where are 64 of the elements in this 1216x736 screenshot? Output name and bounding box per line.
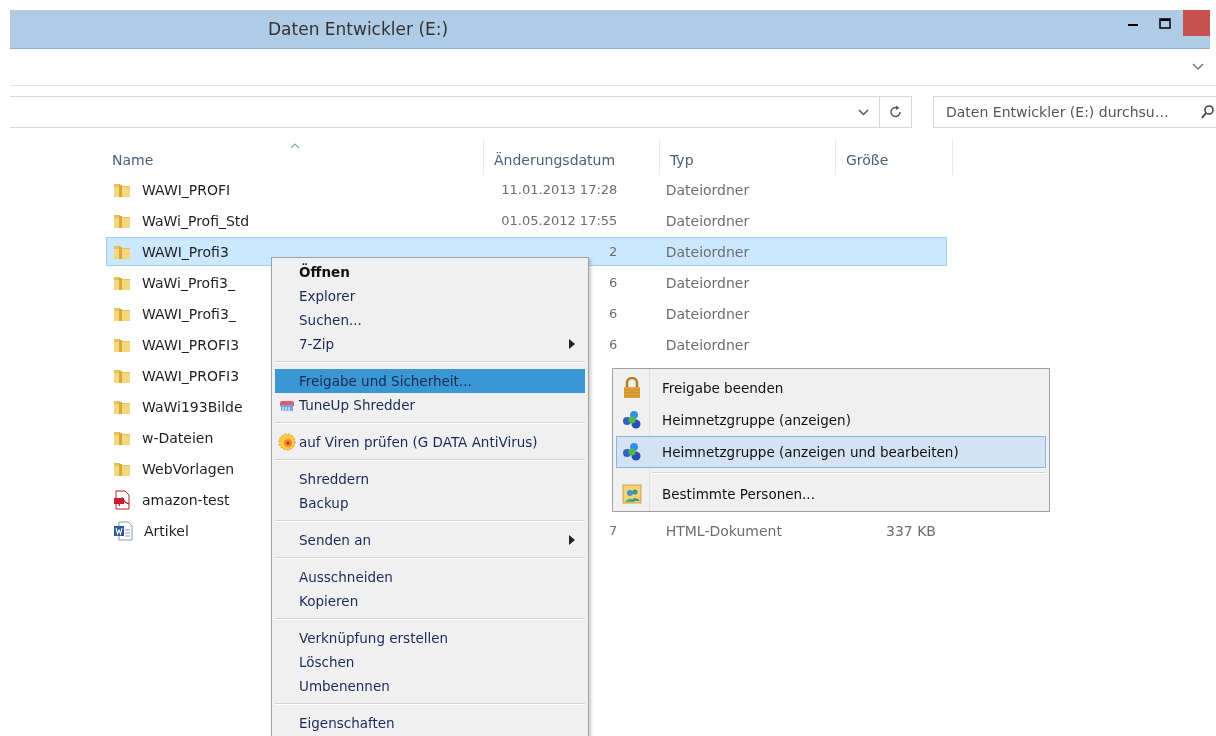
menu-item[interactable]: Senden an — [275, 528, 585, 552]
type-cell: Dateiordner — [665, 336, 750, 353]
maximize-icon — [1159, 17, 1171, 29]
address-field[interactable] — [10, 96, 912, 128]
menu-item[interactable]: Kopieren — [275, 589, 585, 613]
refresh-icon[interactable] — [888, 105, 903, 119]
type-cell: Dateiordner — [665, 243, 750, 260]
file-name: WebVorlagen — [142, 460, 235, 477]
menu-item[interactable]: auf Viren prüfen (G DATA AntiVirus) — [275, 430, 585, 454]
column-header[interactable]: Name — [106, 139, 484, 175]
menu-item[interactable]: Verknüpfung erstellen — [275, 626, 585, 650]
search-icon — [1201, 105, 1214, 119]
menu-item[interactable]: Explorer — [275, 284, 585, 308]
file-name: WaWi_Profi3_ — [142, 274, 235, 291]
file-name: WAWI_Profi3_ — [142, 305, 236, 322]
column-header[interactable]: Größe — [836, 139, 953, 175]
network-icon — [621, 410, 643, 430]
date-cell-text: 11.01.2013 17:28 — [500, 182, 618, 197]
file-name: w-Dateien — [142, 429, 214, 446]
menu-item[interactable]: 7-Zip — [275, 332, 585, 356]
menu-item[interactable]: Suchen... — [275, 308, 585, 332]
date-cell-text: 6 — [608, 306, 618, 321]
size-cell: 337 KB — [886, 522, 936, 539]
network-icon — [621, 442, 643, 462]
date-cell-text: 6 — [608, 275, 618, 290]
lock-icon — [622, 377, 642, 399]
date-cell-text: 01.05.2012 17:55 — [500, 213, 618, 228]
menu-item[interactable]: Umbenennen — [275, 674, 585, 698]
menu-item[interactable]: Bestimmte Personen... — [616, 478, 1046, 510]
type-cell: Dateiordner — [665, 212, 750, 229]
file-name: WaWi193Bilde — [142, 398, 243, 415]
date-cell-text: 7 — [608, 523, 618, 538]
file-name: WAWI_PROFI3 — [142, 367, 240, 384]
column-header[interactable]: Änderungsdatum — [484, 139, 660, 175]
pdf-file-icon — [113, 489, 131, 510]
menu-item[interactable]: Shreddern — [275, 467, 585, 491]
search-field[interactable]: Daten Entwickler (E:) durchsu… — [933, 96, 1216, 128]
type-cell: HTML-Dokument — [665, 522, 782, 539]
menu-item[interactable]: Ausschneiden — [275, 565, 585, 589]
chevron-down-icon[interactable] — [1192, 63, 1204, 71]
file-name: Artikel — [144, 522, 189, 539]
file-name: amazon-test — [142, 491, 230, 508]
type-cell: Dateiordner — [665, 181, 750, 198]
menu-item[interactable]: Heimnetzgruppe (anzeigen und bearbeiten) — [616, 436, 1046, 468]
document-icon — [113, 520, 133, 541]
menu-item[interactable]: Backup — [275, 491, 585, 515]
menu-item[interactable]: Freigabe beenden — [616, 372, 1046, 404]
file-name: WaWi_Profi_Std — [142, 212, 250, 229]
people-icon — [622, 484, 642, 504]
menu-item[interactable]: Eigenschaften — [275, 711, 585, 735]
date-cell-text: 6 — [608, 337, 618, 352]
type-cell: Dateiordner — [665, 274, 750, 291]
menu-item[interactable]: Heimnetzgruppe (anzeigen) — [616, 404, 1046, 436]
file-name: WAWI_PROFI3 — [142, 336, 240, 353]
menu-item[interactable]: Löschen — [275, 650, 585, 674]
chevron-down-icon[interactable] — [858, 108, 869, 116]
type-cell: Dateiordner — [665, 305, 750, 322]
menu-item[interactable]: Freigabe und Sicherheit... — [275, 369, 585, 393]
file-name: WAWI_PROFI — [142, 181, 231, 198]
file-name: WAWI_Profi3 — [142, 243, 229, 260]
menu-item[interactable]: TuneUp Shredder — [275, 393, 585, 417]
date-cell-text: 2 — [608, 244, 618, 259]
column-header[interactable]: Typ — [660, 139, 836, 175]
window-title: Daten Entwickler (E:) — [268, 19, 450, 39]
